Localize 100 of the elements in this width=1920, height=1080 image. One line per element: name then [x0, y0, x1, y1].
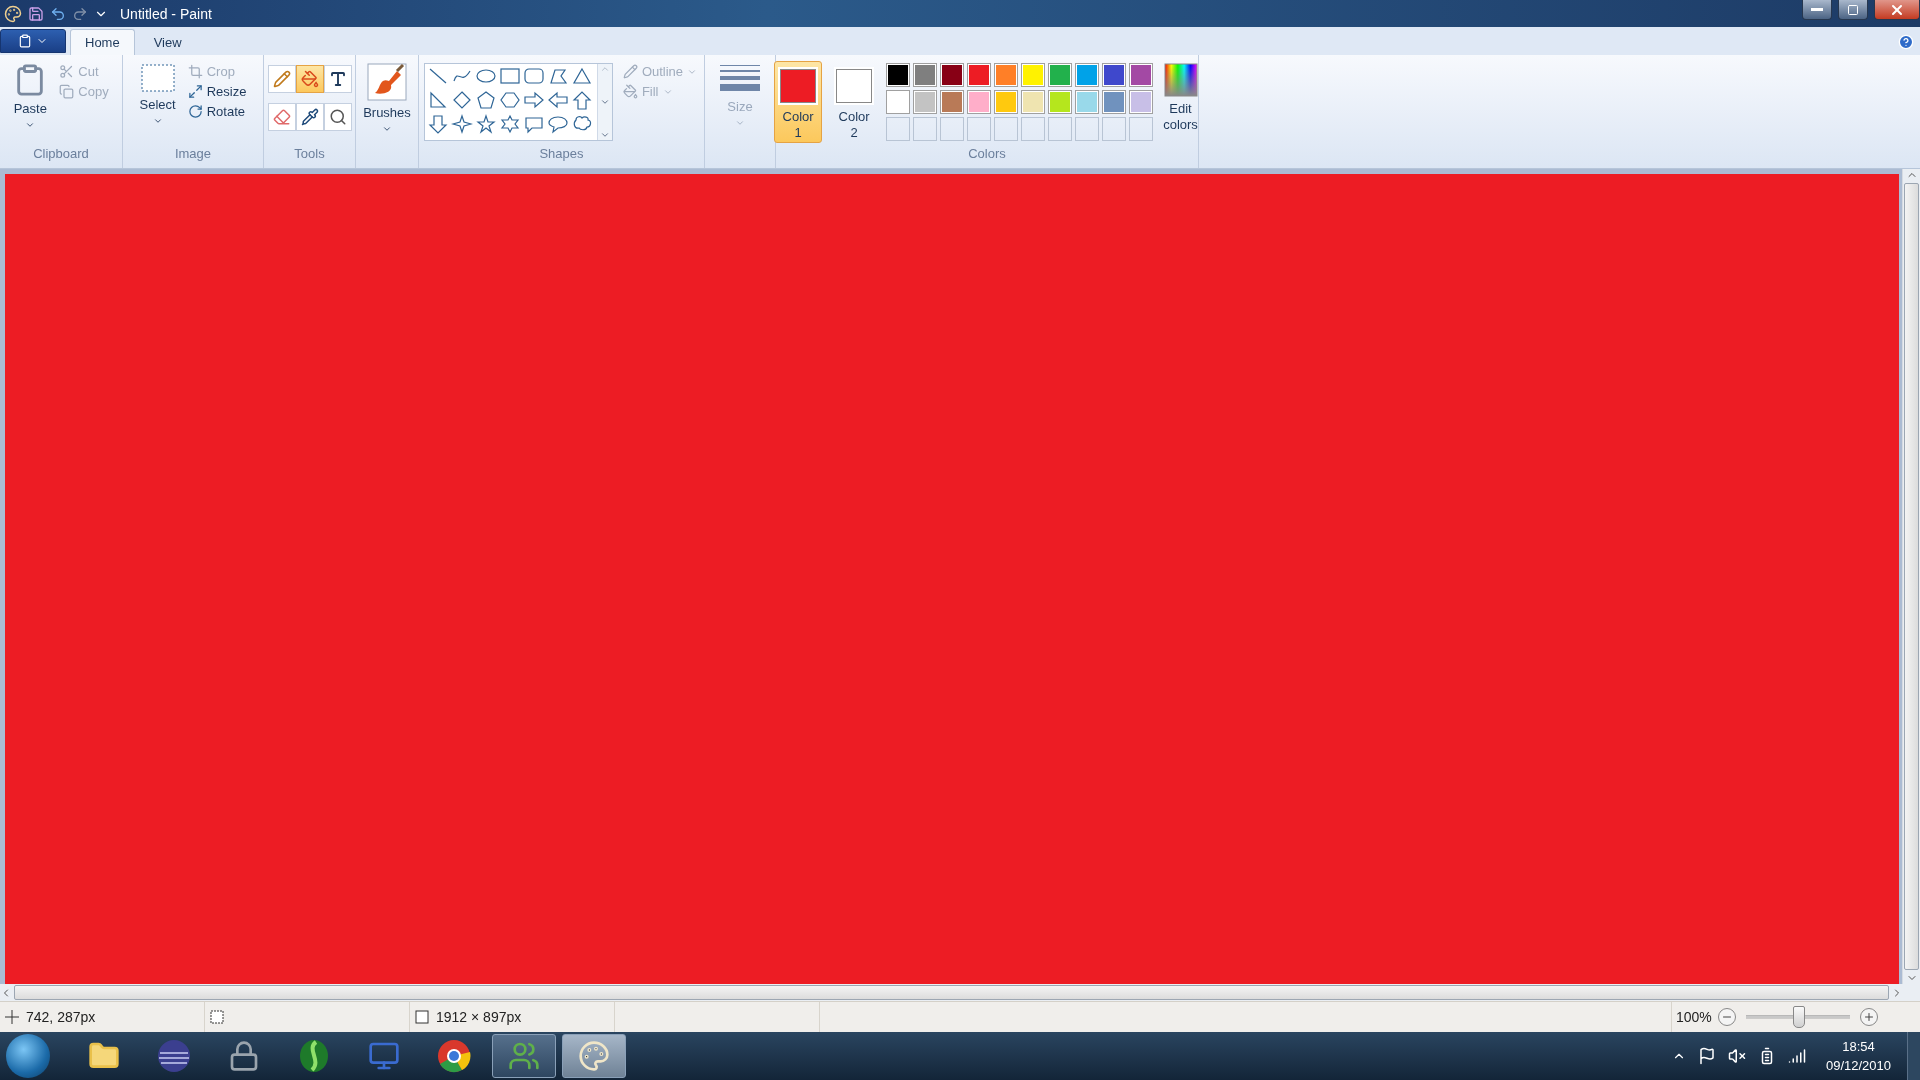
palette-color[interactable]	[994, 90, 1019, 114]
vertical-scrollbar[interactable]	[1902, 169, 1920, 984]
empty-color-slot[interactable]	[1021, 117, 1046, 141]
ribbon-tab[interactable]: View	[138, 29, 197, 55]
caret-icon	[382, 124, 392, 134]
eraser-icon	[272, 108, 291, 126]
text-tool-icon	[328, 70, 347, 88]
magnifier-icon	[328, 108, 347, 126]
empty-color-slot[interactable]	[1129, 117, 1154, 141]
empty-color-slot[interactable]	[1102, 117, 1127, 141]
palette-color[interactable]	[1102, 63, 1127, 87]
flag-icon	[1697, 1047, 1716, 1065]
sphere-icon	[157, 1039, 191, 1073]
palette-color[interactable]	[967, 63, 992, 87]
shape-icon[interactable]	[498, 66, 521, 86]
palette-color[interactable]	[1102, 90, 1127, 114]
palette-color[interactable]	[1048, 63, 1073, 87]
group-label: Shapes	[538, 146, 585, 163]
palette-color[interactable]	[940, 63, 965, 87]
zoom-slider-thumb[interactable]	[1792, 1006, 1805, 1028]
cursor-position-icon	[4, 1009, 20, 1025]
empty-color-slot[interactable]	[967, 117, 992, 141]
shape-icon[interactable]	[522, 66, 545, 86]
palette-color[interactable]	[886, 90, 911, 114]
copy-icon	[59, 84, 75, 99]
palette-color[interactable]	[1129, 90, 1154, 114]
palette-color[interactable]	[1075, 63, 1100, 87]
scissors-icon	[59, 64, 75, 79]
save-icon	[28, 5, 44, 22]
palette-color[interactable]	[913, 63, 938, 87]
selection-size-icon	[209, 1009, 225, 1025]
canvas-size: 1912 × 897px	[436, 1009, 522, 1025]
app-icon	[4, 4, 22, 23]
shape-icon[interactable]	[522, 114, 545, 134]
rotate-icon	[187, 104, 203, 119]
palette-color[interactable]	[886, 63, 911, 87]
muted-speaker-icon	[1727, 1047, 1746, 1065]
empty-color-slot[interactable]	[886, 117, 911, 141]
restore-button[interactable]	[1838, 0, 1868, 20]
edit-colors-button[interactable]: Edit colors	[1161, 61, 1200, 135]
empty-color-slot[interactable]	[1075, 117, 1100, 141]
empty-color-slot[interactable]	[940, 117, 965, 141]
signal-icon	[1787, 1047, 1806, 1065]
color-slot-button[interactable]: Color 1	[774, 61, 823, 143]
redo-button[interactable]	[72, 5, 88, 22]
palette-color[interactable]	[1021, 63, 1046, 87]
shape-icon[interactable]	[474, 66, 497, 86]
shape-icon[interactable]	[546, 90, 569, 110]
shape-icon[interactable]	[426, 114, 449, 134]
shape-icon[interactable]	[474, 90, 497, 110]
monitor-icon	[368, 1040, 400, 1072]
empty-color-slot[interactable]	[1048, 117, 1073, 141]
close-button[interactable]	[1874, 0, 1920, 20]
paint-bucket-icon	[622, 84, 638, 99]
palette-color[interactable]	[967, 90, 992, 114]
group-label: Clipboard	[32, 146, 90, 163]
group-label: Tools	[293, 146, 326, 163]
shape-icon[interactable]	[498, 114, 521, 134]
shape-icon[interactable]	[570, 66, 593, 86]
rotate-button[interactable]: Rotate	[185, 103, 249, 120]
tool-button[interactable]	[323, 103, 352, 131]
palette-color[interactable]	[913, 90, 938, 114]
shape-icon[interactable]	[570, 90, 593, 110]
save-button[interactable]	[28, 5, 44, 22]
tool-button[interactable]	[323, 65, 352, 93]
show-desktop-button[interactable]	[1907, 1032, 1920, 1080]
palette-color[interactable]	[1129, 63, 1154, 87]
zoom-in-button[interactable]	[1859, 1008, 1878, 1026]
undo-button[interactable]	[50, 5, 66, 22]
select-button[interactable]: Select	[137, 61, 178, 128]
palette-color[interactable]	[1075, 90, 1100, 114]
palette-color[interactable]	[1048, 90, 1073, 114]
scroll-thumb[interactable]	[1904, 183, 1919, 970]
resize-button[interactable]: Resize	[185, 83, 249, 100]
app-menu-button[interactable]	[0, 29, 66, 53]
palette-color[interactable]	[1021, 90, 1046, 114]
scroll-up-icon	[599, 64, 610, 74]
plus-icon	[1862, 1011, 1875, 1023]
minimize-button[interactable]	[1802, 0, 1832, 20]
shape-icon[interactable]	[522, 90, 545, 110]
pencil-icon	[622, 64, 638, 79]
chrome-icon	[437, 1039, 471, 1073]
color-slot-button[interactable]: Color 2	[830, 61, 879, 143]
shape-icon[interactable]	[474, 114, 497, 134]
palette-color[interactable]	[994, 63, 1019, 87]
empty-color-slot[interactable]	[994, 117, 1019, 141]
shape-icon[interactable]	[546, 114, 569, 134]
start-button[interactable]	[6, 1034, 50, 1078]
palette-color[interactable]	[940, 90, 965, 114]
paste-button[interactable]: Paste	[11, 61, 50, 132]
shape-icon[interactable]	[498, 90, 521, 110]
lock-icon	[228, 1040, 260, 1072]
empty-color-slot[interactable]	[913, 117, 938, 141]
shape-icon[interactable]	[450, 114, 473, 134]
zoom-out-button[interactable]	[1717, 1008, 1736, 1026]
brushes-button[interactable]: Brushes	[361, 61, 413, 136]
ribbon-tab[interactable]: Home	[70, 29, 135, 55]
clock-time: 18:54	[1842, 1038, 1875, 1056]
brush-icon	[367, 63, 407, 101]
tool-button[interactable]	[295, 103, 324, 131]
